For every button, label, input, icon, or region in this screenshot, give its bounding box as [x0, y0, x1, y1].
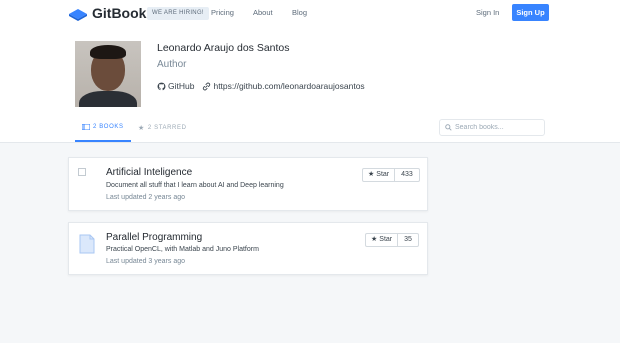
star-button[interactable]: ★ Star 433 [362, 168, 420, 182]
broken-image-icon [78, 168, 86, 176]
star-icon: ★ [368, 171, 375, 178]
tab-starred[interactable]: ★ 2 STARRED [138, 124, 187, 132]
hiring-badge[interactable]: WE ARE HIRING! [147, 7, 209, 20]
sign-up-button[interactable]: Sign Up [512, 4, 549, 21]
gitbook-logo[interactable]: GitBook [68, 5, 146, 21]
tab-books-label: 2 BOOKS [93, 124, 124, 130]
star-icon: ★ [138, 125, 145, 132]
book-description: Practical OpenCL, with Matlab and Juno P… [106, 246, 259, 253]
logo-text: GitBook [92, 5, 147, 21]
github-icon [157, 82, 166, 90]
star-label: Star [376, 171, 390, 178]
search-box[interactable] [439, 119, 545, 136]
books-icon [82, 124, 90, 130]
nav-blog[interactable]: Blog [292, 8, 307, 17]
gitbook-logo-icon [69, 9, 87, 21]
avatar [75, 41, 141, 107]
book-title[interactable]: Artificial Inteligence [106, 167, 192, 178]
sign-in-link[interactable]: Sign In [476, 8, 499, 17]
star-count[interactable]: 35 [398, 234, 418, 246]
book-updated: Last updated 2 years ago [106, 194, 186, 201]
author-name: Leonardo Araujo dos Santos [157, 42, 290, 54]
star-button[interactable]: ★ Star 35 [365, 233, 419, 247]
nav-about[interactable]: About [253, 8, 273, 17]
search-input[interactable] [455, 124, 540, 131]
link-icon [203, 82, 211, 90]
top-navbar: GitBook WE ARE HIRING! Pricing About Blo… [0, 0, 620, 28]
star-icon: ★ [371, 236, 378, 243]
star-label: Star [379, 236, 393, 243]
book-card[interactable]: Parallel Programming Practical OpenCL, w… [68, 222, 428, 275]
github-link[interactable]: GitHub [168, 81, 194, 91]
tab-books[interactable]: 2 BOOKS [82, 124, 124, 130]
star-count[interactable]: 433 [395, 169, 419, 181]
author-role: Author [157, 59, 187, 70]
profile-links: GitHub https://github.com/leonardoaraujo… [157, 81, 365, 91]
tab-starred-label: 2 STARRED [147, 125, 187, 131]
book-title[interactable]: Parallel Programming [106, 232, 202, 243]
book-updated: Last updated 3 years ago [106, 258, 186, 265]
book-description: Document all stuff that I learn about AI… [106, 182, 284, 189]
active-tab-indicator [75, 140, 131, 142]
website-link[interactable]: https://github.com/leonardoaraujosantos [213, 81, 364, 91]
document-icon [79, 234, 95, 254]
nav-pricing[interactable]: Pricing [211, 8, 234, 17]
search-icon [445, 124, 452, 131]
book-card[interactable]: Artificial Inteligence Document all stuf… [68, 157, 428, 211]
